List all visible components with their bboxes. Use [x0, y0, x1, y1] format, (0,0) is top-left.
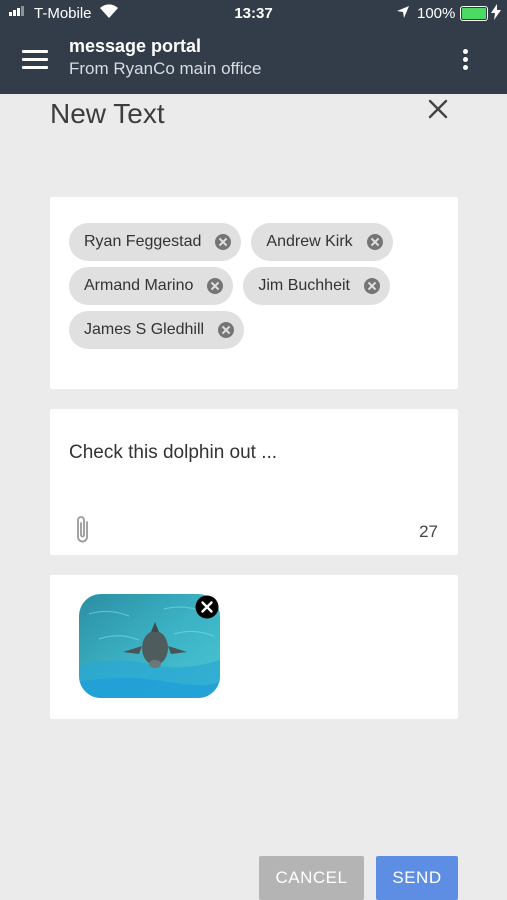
app-header: T-Mobile 13:37 100% message portal From … [0, 0, 507, 94]
more-options-icon[interactable] [455, 49, 475, 75]
app-subtitle: From RyanCo main office [69, 59, 262, 78]
character-count: 27 [419, 522, 438, 541]
close-icon[interactable] [426, 97, 450, 121]
page-title: New Text [50, 98, 165, 129]
send-button[interactable]: SEND [376, 856, 458, 900]
recipient-chip[interactable]: Andrew Kirk [251, 223, 393, 261]
recipient-chip[interactable]: Ryan Feggestad [69, 223, 242, 261]
recipient-name: Armand Marino [84, 277, 194, 294]
recipient-chip[interactable]: Jim Buchheit [243, 267, 390, 305]
status-bar: T-Mobile 13:37 100% [0, 0, 507, 27]
remove-recipient-icon[interactable] [215, 234, 232, 250]
remove-recipient-icon[interactable] [207, 278, 224, 294]
recipient-chip[interactable]: James S Gledhill [69, 311, 245, 349]
message-card[interactable]: Check this dolphin out ... 27 [50, 409, 458, 555]
location-icon [396, 5, 410, 23]
recipient-chip[interactable]: Armand Marino [69, 267, 234, 305]
message-input[interactable]: Check this dolphin out ... [69, 442, 277, 464]
recipient-chips: Ryan Feggestad Andrew Kirk Armand Marino… [69, 223, 448, 349]
battery-icon [460, 6, 488, 21]
remove-photo-icon[interactable] [195, 595, 219, 619]
recipients-card: Ryan Feggestad Andrew Kirk Armand Marino… [50, 197, 458, 389]
recipient-name: James S Gledhill [84, 321, 205, 338]
recipient-name: Andrew Kirk [266, 233, 353, 250]
recipient-name: Ryan Feggestad [84, 233, 202, 250]
battery-percent: 100% [417, 5, 456, 22]
menu-icon[interactable] [22, 50, 48, 72]
charging-icon [491, 4, 501, 24]
cancel-button[interactable]: CANCEL [259, 856, 364, 900]
remove-recipient-icon[interactable] [363, 278, 380, 294]
media-card [50, 575, 458, 719]
paperclip-icon[interactable] [73, 514, 93, 546]
remove-recipient-icon[interactable] [366, 234, 383, 250]
app-title: message portal [69, 36, 202, 56]
recipient-name: Jim Buchheit [258, 277, 350, 294]
remove-recipient-icon[interactable] [218, 322, 235, 338]
